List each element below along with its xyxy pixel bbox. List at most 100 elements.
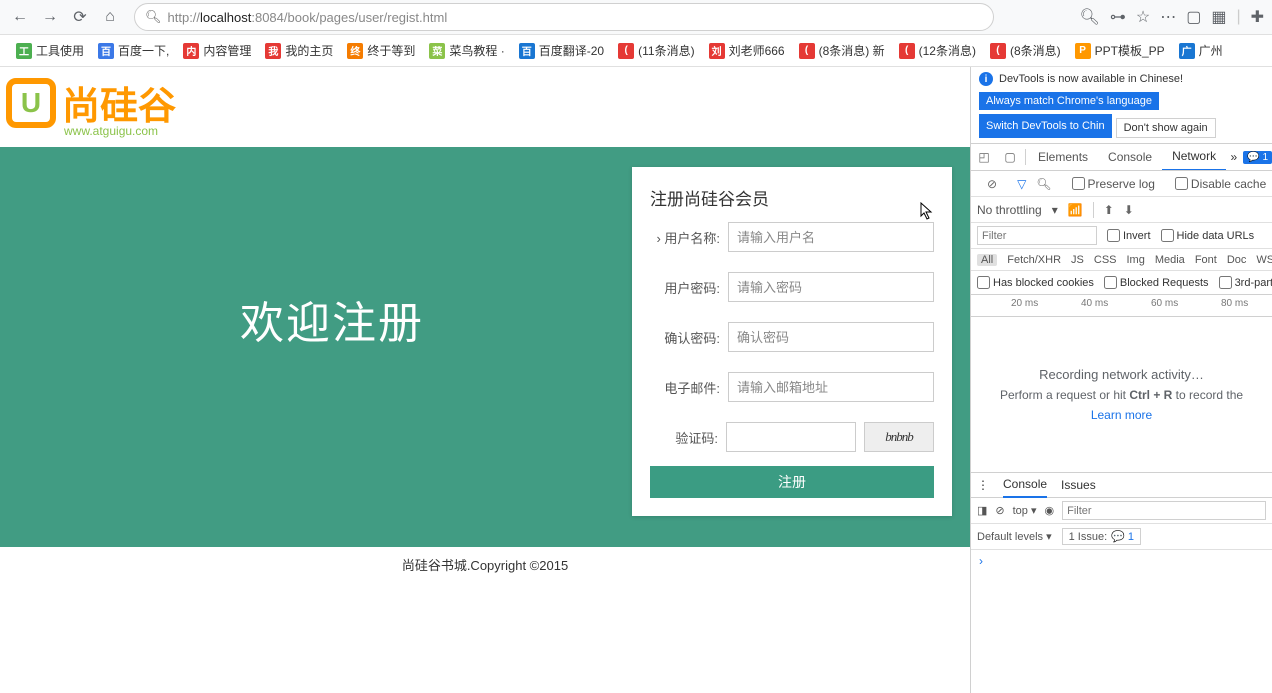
- register-card: 注册尚硅谷会员 › 用户名称: 用户密码: 确认密码: 电子邮件: 验证码:: [632, 167, 952, 516]
- submit-button[interactable]: 注册: [650, 466, 934, 498]
- zoom-icon[interactable]: 🔍︎: [1080, 7, 1100, 27]
- blocked-cookies-checkbox[interactable]: Has blocked cookies: [977, 276, 1094, 289]
- throttling-select[interactable]: No throttling ▾: [977, 203, 1058, 217]
- input-username[interactable]: [728, 222, 934, 252]
- bookmark-label: 广州: [1199, 42, 1223, 59]
- bookmark-item[interactable]: 菜菜鸟教程 ·: [425, 40, 508, 61]
- drawer-menu-icon[interactable]: ⋮: [977, 478, 989, 492]
- forward-button[interactable]: →: [38, 5, 62, 29]
- bookmark-label: 终于等到: [367, 42, 415, 59]
- type-chip[interactable]: Font: [1195, 254, 1217, 266]
- input-email[interactable]: [728, 372, 934, 402]
- devtools-tabs: ◰ ▢ Elements Console Network » 💬 1: [971, 144, 1272, 171]
- type-chip[interactable]: Img: [1127, 254, 1145, 266]
- url-bar[interactable]: 🔍︎ http:// localhost :8084 /book/pages/u…: [134, 3, 994, 31]
- type-chip[interactable]: Media: [1155, 254, 1185, 266]
- label-email: 电子邮件:: [650, 378, 720, 397]
- wifi-icon[interactable]: 📶: [1068, 203, 1083, 217]
- issues-pill[interactable]: 1 Issue: 💬 1: [1062, 528, 1141, 545]
- bookmark-favicon: 刘: [709, 43, 725, 59]
- tab-console[interactable]: Console: [1098, 144, 1162, 171]
- network-timeline[interactable]: 20 ms 40 ms 60 ms 80 ms: [971, 295, 1272, 317]
- download-icon[interactable]: ⬇: [1124, 203, 1134, 217]
- bookmark-favicon: 工: [16, 43, 32, 59]
- label-confirm: 确认密码:: [650, 328, 720, 347]
- input-password[interactable]: [728, 272, 934, 302]
- drawer-tab-console[interactable]: Console: [1003, 472, 1047, 498]
- input-captcha[interactable]: [726, 422, 856, 452]
- inspect-icon[interactable]: ◰: [971, 144, 997, 170]
- bookmark-item[interactable]: ((11条消息): [614, 40, 698, 61]
- invert-checkbox[interactable]: Invert: [1107, 229, 1151, 242]
- console-filter-input[interactable]: [1062, 501, 1266, 520]
- type-chip[interactable]: Fetch/XHR: [1007, 254, 1061, 266]
- banner-match-button[interactable]: Always match Chrome's language: [979, 92, 1159, 110]
- preserve-log-checkbox[interactable]: Preserve log: [1072, 177, 1155, 191]
- bookmark-item[interactable]: ((12条消息): [895, 40, 980, 61]
- filter-input[interactable]: [977, 226, 1097, 245]
- tab-network[interactable]: Network: [1162, 144, 1226, 171]
- bookmark-item[interactable]: 我我的主页: [261, 40, 337, 61]
- console-sidebar-icon[interactable]: ◨: [977, 504, 987, 517]
- third-party-checkbox[interactable]: 3rd-party r: [1219, 276, 1272, 289]
- bookmark-favicon: (: [799, 43, 815, 59]
- bookmark-item[interactable]: 刘刘老师666: [705, 40, 789, 61]
- page-content: U 尚硅谷 www.atguigu.com 欢迎注册 注册尚硅谷会员 › 用户名…: [0, 67, 970, 693]
- hide-dataurls-checkbox[interactable]: Hide data URLs: [1161, 229, 1255, 242]
- type-chip[interactable]: JS: [1071, 254, 1084, 266]
- bookmark-item[interactable]: 工工具使用: [12, 40, 88, 61]
- bookmark-favicon: 广: [1179, 43, 1195, 59]
- upload-icon[interactable]: ⬆: [1104, 203, 1114, 217]
- banner-switch-button[interactable]: Switch DevTools to Chin: [979, 114, 1112, 138]
- console-eye-icon[interactable]: ◉: [1045, 504, 1055, 517]
- url-host: localhost: [200, 10, 251, 25]
- ext1-icon[interactable]: ▢: [1186, 7, 1201, 27]
- reload-button[interactable]: ⟳: [68, 5, 92, 29]
- message-badge[interactable]: 💬 1: [1243, 151, 1272, 164]
- type-chip[interactable]: Doc: [1227, 254, 1247, 266]
- bookmark-item[interactable]: 百百度翻译-20: [515, 40, 608, 61]
- network-toolbar: ⊘ ▽ 🔍︎ Preserve log Disable cache: [971, 171, 1272, 197]
- star-icon[interactable]: ☆: [1136, 7, 1150, 27]
- hero-band: 欢迎注册 注册尚硅谷会员 › 用户名称: 用户密码: 确认密码: 电子邮件:: [0, 147, 970, 547]
- filter-icon[interactable]: ▽: [1017, 177, 1026, 191]
- clear-icon[interactable]: ⊘: [987, 177, 997, 191]
- home-button[interactable]: ⌂: [98, 5, 122, 29]
- bookmark-item[interactable]: 广广州: [1175, 40, 1227, 61]
- bookmark-item[interactable]: ((8条消息): [986, 40, 1065, 61]
- console-body[interactable]: ›: [971, 550, 1272, 693]
- bookmark-label: 工具使用: [36, 42, 84, 59]
- search-net-icon[interactable]: 🔍︎: [1036, 177, 1051, 191]
- bookmark-item[interactable]: 内内容管理: [179, 40, 255, 61]
- learn-more-link[interactable]: Learn more: [1091, 408, 1152, 422]
- type-chip[interactable]: All: [977, 254, 997, 266]
- url-port: :8084: [251, 10, 284, 25]
- type-chip[interactable]: CSS: [1094, 254, 1117, 266]
- ext3-icon[interactable]: ✚: [1251, 7, 1264, 27]
- bookmark-item[interactable]: 终终于等到: [343, 40, 419, 61]
- bookmark-item[interactable]: PPPT模板_PP: [1071, 40, 1169, 61]
- bookmark-item[interactable]: ((8条消息) 新: [795, 40, 889, 61]
- console-clear-icon[interactable]: ⊘: [995, 504, 1004, 517]
- blocked-requests-checkbox[interactable]: Blocked Requests: [1104, 276, 1209, 289]
- captcha-image[interactable]: bnbnb: [864, 422, 934, 452]
- drawer-tab-issues[interactable]: Issues: [1061, 478, 1096, 492]
- logo-text: 尚硅谷: [62, 75, 176, 130]
- tabs-overflow-icon[interactable]: »: [1231, 150, 1244, 164]
- tab-elements[interactable]: Elements: [1028, 144, 1098, 171]
- console-context-select[interactable]: top ▾: [1013, 504, 1037, 517]
- type-chip[interactable]: WS: [1256, 254, 1272, 266]
- banner-dismiss-button[interactable]: Don't show again: [1116, 118, 1216, 138]
- levels-select[interactable]: Default levels ▾: [977, 530, 1052, 543]
- bookmark-item[interactable]: 百百度一下,: [94, 40, 173, 61]
- console-toolbar: ◨ ⊘ top ▾ ◉: [971, 498, 1272, 524]
- console-drawer-tabs: ⋮ Console Issues: [971, 472, 1272, 498]
- ext2-icon[interactable]: ▦: [1211, 7, 1226, 27]
- back-button[interactable]: ←: [8, 5, 32, 29]
- input-confirm[interactable]: [728, 322, 934, 352]
- disable-cache-checkbox[interactable]: Disable cache: [1175, 177, 1266, 191]
- more-icon[interactable]: ⋯: [1160, 7, 1176, 27]
- browser-toolbar: ← → ⟳ ⌂ 🔍︎ http:// localhost :8084 /book…: [0, 0, 1272, 35]
- key-icon[interactable]: ⊶: [1110, 7, 1126, 27]
- device-icon[interactable]: ▢: [997, 144, 1023, 170]
